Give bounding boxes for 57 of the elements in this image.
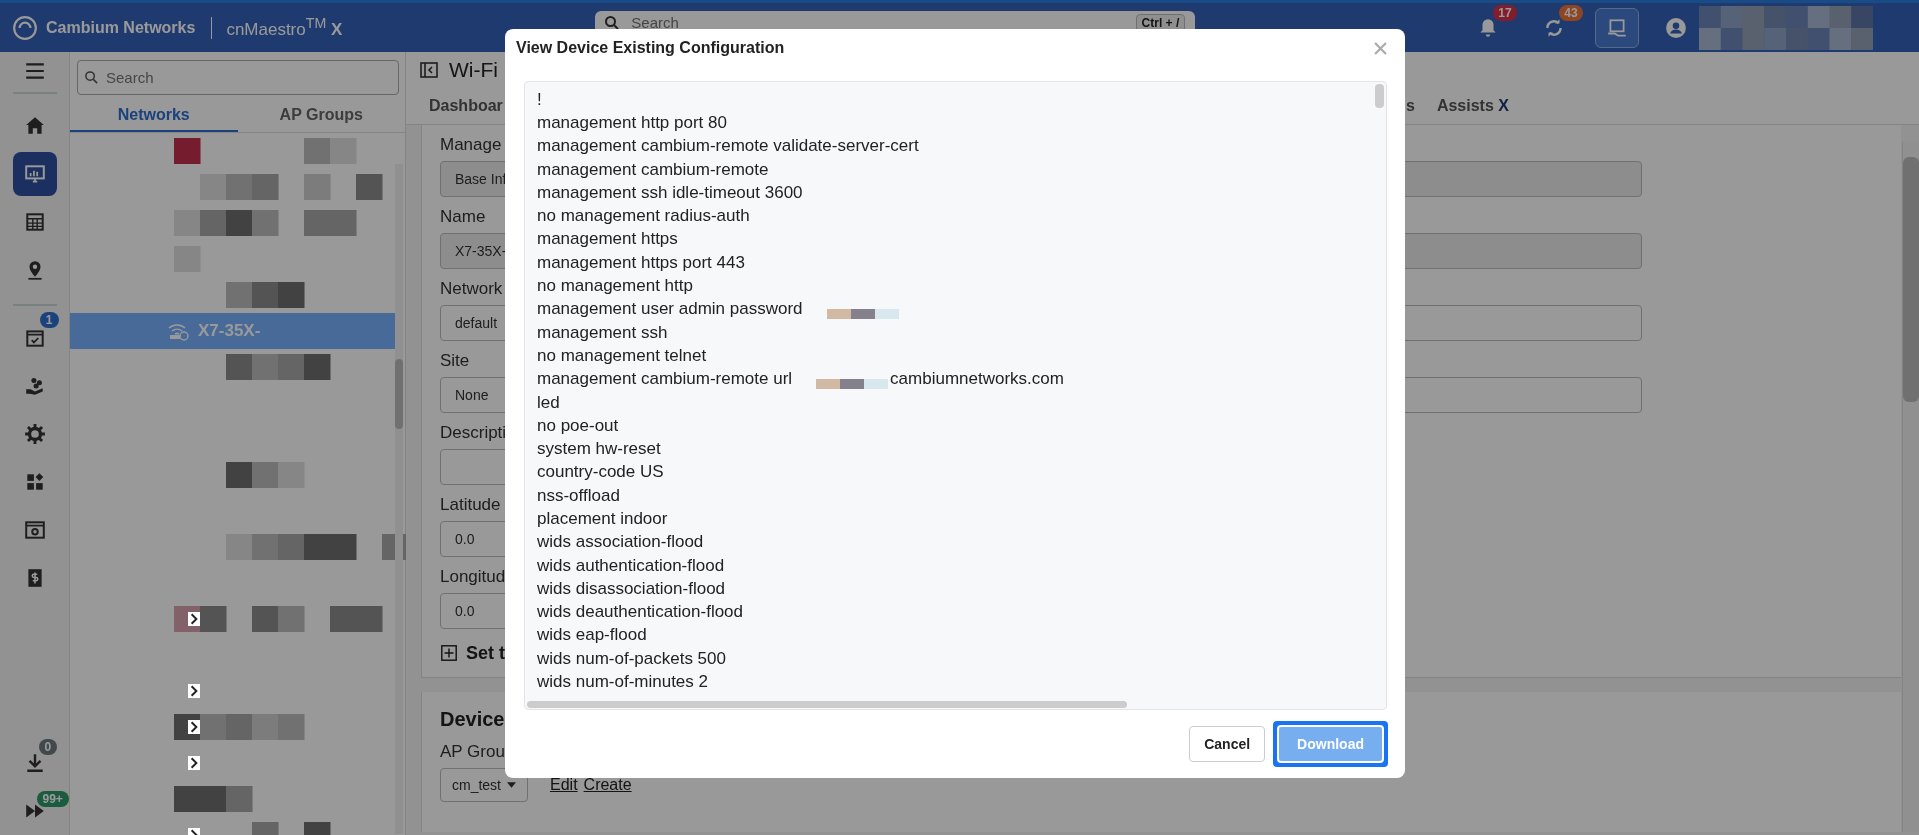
link[interactable]: Edit	[550, 776, 578, 794]
config-line: no poe-out	[537, 415, 619, 436]
config-line: management cambium-remote validate-server-cert	[537, 136, 919, 157]
field-label: Network	[440, 279, 503, 300]
field-label: Site	[440, 351, 470, 372]
config-line: country-code US	[537, 462, 664, 483]
dropdown[interactable]: cm_test	[440, 768, 528, 802]
config-line: wids authentication-flood	[537, 555, 725, 576]
config-line: no management telnet	[537, 345, 707, 366]
count-badge: 43	[1559, 4, 1583, 21]
config-line: placement indoor	[537, 509, 668, 529]
field-label: Manage	[440, 135, 502, 156]
tab[interactable]: Dashboar	[429, 97, 503, 115]
field-label: Longitud	[440, 567, 506, 588]
count-badge: 17	[1493, 4, 1517, 21]
product-name: cnMaestro$^{TM}$ X	[226, 15, 343, 40]
config-line: management http port 80	[537, 112, 727, 133]
download-button[interactable]: Download	[1277, 725, 1384, 763]
config-line: led	[537, 392, 560, 413]
config-line: cambiumnetworks.com	[890, 369, 1064, 390]
tab[interactable]: Assists X	[1436, 97, 1509, 115]
field-label: Latitude	[440, 495, 501, 516]
page-title: Wi-Fi	[449, 58, 498, 82]
config-line: management ssh idle-timeout 3600	[537, 182, 803, 203]
field-label: AP Grou	[440, 742, 505, 763]
config-line: management cambium-remote	[537, 159, 769, 180]
config-line: management user admin password	[537, 299, 803, 320]
config-line: no management radius-auth	[537, 206, 750, 227]
config-line: management https port 443	[537, 252, 745, 273]
cancel-button[interactable]: Cancel	[1189, 726, 1266, 762]
config-line: wids num-of-packets 500	[537, 648, 726, 669]
brand-name: Cambium Networks	[46, 18, 196, 37]
tab[interactable]: AP Groups	[237, 99, 405, 132]
field-label: Descripti	[440, 423, 507, 444]
config-line: nss-offload	[537, 485, 620, 506]
config-line: wids num-of-minutes 2	[537, 672, 708, 693]
config-line: management ssh	[537, 322, 668, 343]
config-line: wids eap-flood	[537, 625, 647, 646]
config-line: no management http	[537, 276, 693, 296]
section-title: Device	[440, 708, 506, 732]
link[interactable]: Create	[583, 776, 632, 794]
count-badge: 0	[38, 739, 58, 755]
config-line: management https	[537, 229, 678, 250]
config-line: wids deauthentication-flood	[537, 602, 744, 623]
config-line: management cambium-remote url	[537, 369, 793, 390]
count-badge: 1	[39, 312, 59, 328]
config-line: wids association-flood	[537, 532, 704, 553]
config-line: wids disassociation-flood	[537, 578, 726, 599]
config-line: !	[537, 89, 542, 110]
tab[interactable]: Networks	[70, 99, 238, 132]
section-link[interactable]: Set t	[466, 642, 505, 664]
count-badge: 99+	[36, 791, 69, 807]
search-field[interactable]: Search	[77, 60, 399, 95]
config-line: system hw-reset	[537, 439, 661, 460]
tab[interactable]: s	[1406, 97, 1415, 115]
field-label: Name	[440, 207, 486, 228]
device-name: X7-35X-	[198, 321, 261, 341]
